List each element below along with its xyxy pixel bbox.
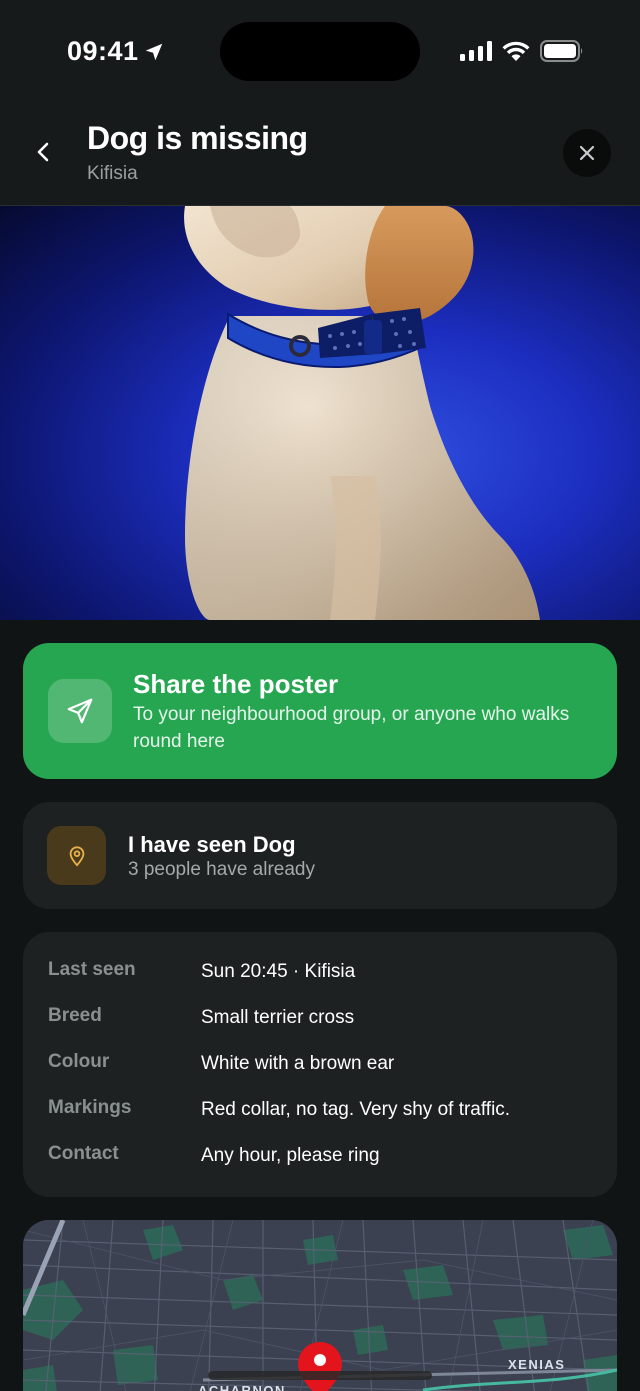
detail-label: Contact [48,1143,119,1164]
share-title: Share the poster [133,669,339,699]
battery-icon [540,40,583,62]
details-card: Last seen Sun 20:45 · Kifisia Breed Smal… [23,932,617,1197]
detail-row-markings: Markings Red collar, no tag. Very shy of… [23,1097,617,1127]
status-time-text: 09:41 [67,36,139,66]
status-icons [460,40,584,62]
share-subtitle: To your neighbourhood group, or anyone w… [133,704,570,752]
detail-label: Colour [48,1051,110,1072]
close-button[interactable] [563,129,611,177]
map-label-xenias: XENIAS [508,1357,566,1372]
detail-row-contact: Contact Any hour, please ring [23,1143,617,1173]
close-icon [579,145,595,161]
dynamic-island [220,22,420,81]
detail-row-breed: Breed Small terrier cross [23,1005,617,1035]
page-subtitle: Kifisia [87,163,138,184]
detail-row-colour: Colour White with a brown ear [23,1051,617,1081]
detail-value: Red collar, no tag. Very shy of traffic. [201,1099,511,1120]
header: Dog is missing Kifisia [0,100,640,206]
map-pin-icon [69,845,84,867]
share-poster-card[interactable]: Share the poster To your neighbourhood g… [23,643,617,779]
location-arrow-icon [145,43,162,60]
status-bar: 09:41 [0,0,640,100]
seen-title: I have seen Dog [128,832,296,857]
status-time: 09:41 [67,36,165,67]
paper-plane-icon [67,698,93,724]
detail-value: Sun 20:45 · Kifisia [201,961,356,982]
detail-label: Last seen [48,959,136,980]
dog-photo [0,206,640,620]
page-title: Dog is missing [87,120,308,156]
wifi-icon [502,41,530,61]
detail-value: White with a brown ear [201,1053,395,1074]
detail-value: Small terrier cross [201,1007,355,1028]
signal-icon [460,41,492,61]
dog-illustration [184,206,540,620]
share-icon-container [48,679,112,743]
detail-value: Any hour, please ring [201,1145,380,1166]
seen-dog-card[interactable]: I have seen Dog 3 people have already [23,802,617,909]
detail-label: Markings [48,1097,132,1118]
map-label-acharnon: ACHARNON [198,1383,286,1391]
detail-row-last-seen: Last seen Sun 20:45 · Kifisia [23,959,617,989]
seen-subtitle: 3 people have already [128,859,315,880]
detail-label: Breed [48,1005,102,1026]
chevron-left-icon [37,142,49,162]
home-indicator[interactable] [208,1371,432,1380]
seen-icon-container [47,826,106,885]
back-button[interactable] [26,134,62,170]
map-card[interactable]: XENIAS ACHARNON [23,1220,617,1391]
